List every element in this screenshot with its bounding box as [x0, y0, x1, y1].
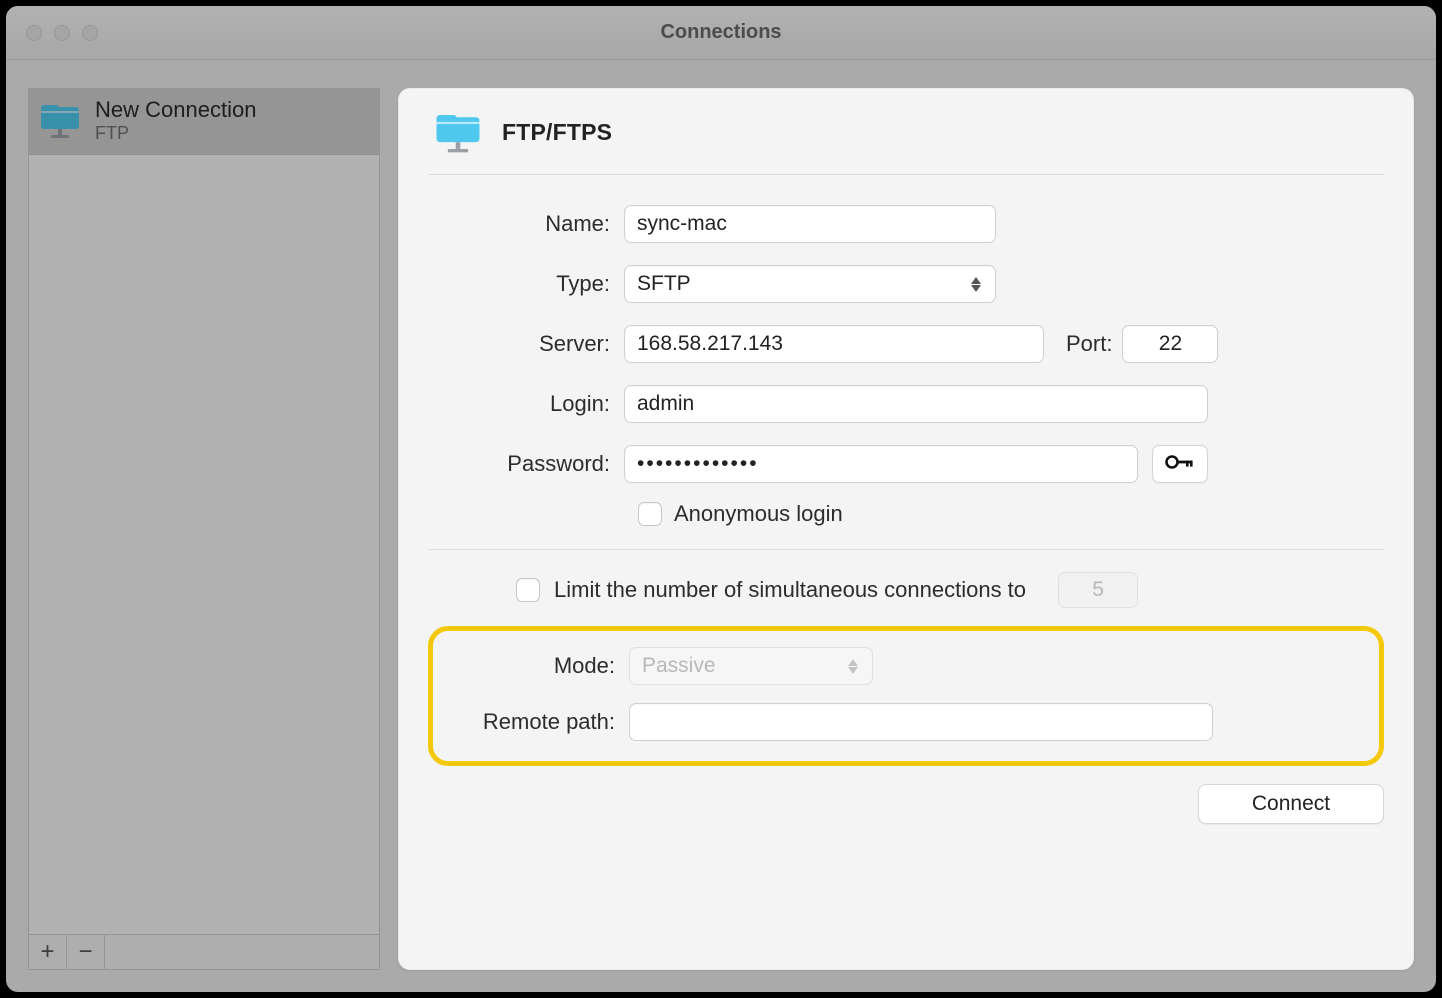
port-label: Port: — [1066, 331, 1112, 357]
mode-label: Mode: — [445, 653, 629, 679]
titlebar: Connections — [6, 6, 1436, 60]
network-folder-icon — [35, 97, 85, 143]
name-label: Name: — [428, 211, 624, 237]
highlight-region: Mode: Passive Remote path: — [428, 626, 1384, 766]
server-input[interactable] — [624, 325, 1044, 363]
window-title: Connections — [6, 21, 1436, 44]
sidebar-footer: + − — [28, 934, 380, 970]
connect-button[interactable]: Connect — [1198, 784, 1384, 824]
type-select[interactable]: SFTP — [624, 265, 996, 303]
connection-item-title: New Connection — [95, 97, 256, 122]
add-connection-button[interactable]: + — [29, 935, 67, 969]
key-icon — [1165, 453, 1195, 476]
remote-path-label: Remote path: — [445, 709, 629, 735]
updown-icon — [846, 659, 860, 674]
panel-title: FTP/FTPS — [502, 119, 612, 146]
type-label: Type: — [428, 271, 624, 297]
details-panel: FTP/FTPS Name: Type: SFTP — [398, 88, 1414, 970]
login-label: Login: — [428, 391, 624, 417]
window: Connections New Conne — [6, 6, 1436, 992]
name-input[interactable] — [624, 205, 996, 243]
connection-item[interactable]: New Connection FTP — [29, 89, 379, 155]
type-select-value: SFTP — [637, 272, 691, 296]
password-input[interactable] — [624, 445, 1138, 483]
mode-select-value: Passive — [642, 654, 716, 678]
password-label: Password: — [428, 451, 624, 477]
remove-connection-button[interactable]: − — [67, 935, 105, 969]
connection-item-subtitle: FTP — [95, 123, 256, 144]
limit-label: Limit the number of simultaneous connect… — [554, 577, 1026, 603]
network-folder-icon — [432, 108, 484, 156]
port-input[interactable] — [1122, 325, 1218, 363]
sidebar: New Connection FTP + − — [28, 88, 380, 970]
mode-select[interactable]: Passive — [629, 647, 873, 685]
anonymous-checkbox[interactable] — [638, 502, 662, 526]
divider — [428, 549, 1384, 550]
connection-form: Name: Type: SFTP Server: — [428, 175, 1384, 824]
login-input[interactable] — [624, 385, 1208, 423]
panel-header: FTP/FTPS — [428, 106, 1384, 175]
updown-icon — [969, 277, 983, 292]
limit-checkbox[interactable] — [516, 578, 540, 602]
connection-list: New Connection FTP — [28, 88, 380, 934]
content: New Connection FTP + − — [6, 60, 1436, 992]
server-label: Server: — [428, 331, 624, 357]
limit-input[interactable] — [1058, 572, 1138, 608]
remote-path-input[interactable] — [629, 703, 1213, 741]
key-button[interactable] — [1152, 445, 1208, 483]
anonymous-label: Anonymous login — [674, 501, 843, 527]
